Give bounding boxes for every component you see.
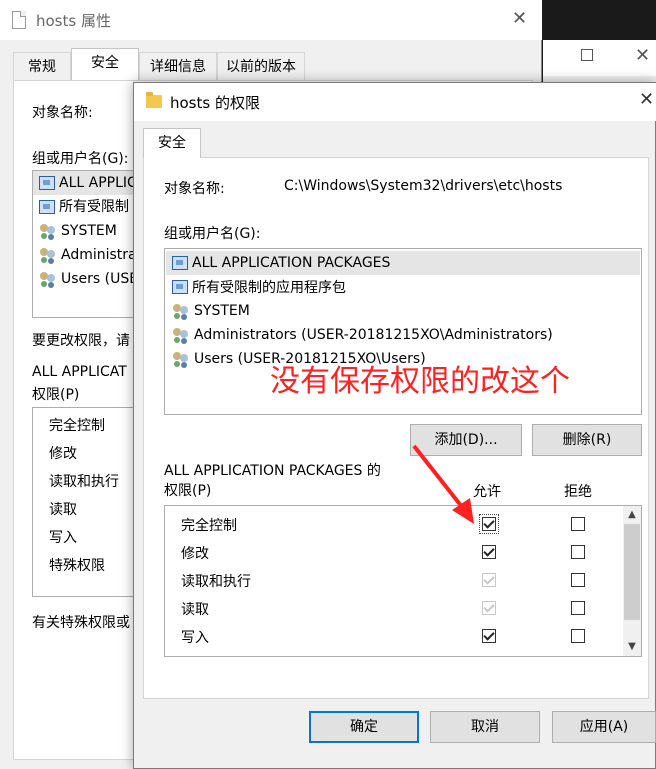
allow-checkbox[interactable]: [482, 545, 496, 559]
list-item[interactable]: ALL APPLICATION PACKAGES: [166, 251, 640, 275]
list-item: 特殊权限: [49, 558, 105, 574]
permission-list: 完全控制 修改 读取和执行 读取 写入 特殊权限: [32, 407, 142, 597]
table-row: 完全控制: [165, 510, 621, 538]
chevron-up-icon[interactable]: ▲: [623, 506, 641, 524]
list-item: 修改: [49, 446, 77, 462]
properties-title: hosts 属性: [36, 12, 111, 30]
deny-checkbox[interactable]: [571, 545, 585, 559]
object-name-label: 对象名称:: [164, 181, 225, 197]
perm-name: 写入: [181, 630, 209, 646]
file-icon: [12, 11, 26, 29]
close-icon[interactable]: ✕: [512, 8, 527, 29]
tab-details[interactable]: 详细信息: [139, 52, 217, 80]
ok-button[interactable]: 确定: [309, 711, 419, 743]
table-row: 读取和执行: [165, 566, 621, 594]
table-row: 写入: [165, 622, 621, 650]
apply-button[interactable]: 应用(A): [552, 711, 656, 743]
close-icon[interactable]: ✕: [639, 89, 654, 110]
tab-general[interactable]: 常规: [13, 52, 71, 80]
allow-checkbox[interactable]: [482, 601, 496, 615]
allow-checkbox[interactable]: [482, 629, 496, 643]
perm-header: ALL APPLICAT: [32, 364, 127, 380]
permissions-dialog: hosts 的权限 ✕ 安全 对象名称: C:\Windows\System32…: [133, 82, 656, 769]
special-hint: 有关特殊权限或: [32, 615, 130, 631]
close-icon[interactable]: ✕: [635, 45, 650, 66]
users-icon: [172, 327, 190, 343]
change-hint: 要更改权限，请: [32, 333, 130, 349]
allow-checkbox[interactable]: [482, 573, 496, 587]
table-row: 读取: [165, 594, 621, 622]
list-item[interactable]: Administrators (USER-20181215XO\Administ…: [166, 323, 640, 347]
background-strip: [543, 0, 656, 40]
perm-header-2: 权限(P): [32, 387, 80, 403]
perm-name: 完全控制: [181, 518, 237, 534]
annotation-arrow: [412, 444, 474, 524]
folder-icon: [146, 92, 162, 108]
list-item[interactable]: Administra: [33, 243, 141, 267]
cancel-button[interactable]: 取消: [430, 711, 540, 743]
chevron-down-icon[interactable]: ▼: [623, 638, 641, 656]
package-icon: [39, 200, 55, 214]
group-label: 组或用户名(G):: [32, 151, 129, 167]
perm-name: 读取: [181, 602, 209, 618]
list-item[interactable]: SYSTEM: [166, 299, 640, 323]
list-item[interactable]: 所有受限制: [33, 195, 141, 219]
package-icon: [172, 256, 188, 270]
dialog-title: hosts 的权限: [170, 94, 260, 112]
annotation-text: 没有保存权限的改这个: [270, 364, 570, 399]
scrollbar[interactable]: ▲ ▼: [623, 506, 641, 656]
group-label: 组或用户名(G):: [164, 226, 261, 242]
perm-name: 修改: [181, 546, 209, 562]
list-item: 读取: [49, 502, 77, 518]
list-item[interactable]: Users (USE: [33, 267, 141, 291]
deny-checkbox[interactable]: [571, 601, 585, 615]
users-icon: [172, 351, 190, 367]
package-icon: [39, 176, 55, 190]
users-icon: [39, 247, 57, 263]
maximize-icon[interactable]: [581, 49, 593, 61]
users-icon: [39, 223, 57, 239]
list-item: 读取和执行: [49, 474, 119, 490]
dialog-title-bar: hosts 的权限 ✕: [134, 83, 656, 121]
list-item: 完全控制: [49, 418, 105, 434]
users-icon: [39, 271, 57, 287]
deny-checkbox[interactable]: [571, 629, 585, 643]
remove-button[interactable]: 删除(R): [532, 424, 642, 456]
deny-checkbox[interactable]: [571, 573, 585, 587]
third-window-title-bar: ✕: [543, 40, 656, 76]
object-name-label: 对象名称:: [32, 105, 93, 121]
scrollbar-thumb[interactable]: [624, 524, 640, 620]
properties-title-bar: hosts 属性 ✕: [0, 0, 542, 40]
deny-checkbox[interactable]: [571, 517, 585, 531]
tab-security[interactable]: 安全: [71, 48, 139, 82]
user-list[interactable]: ALL APPLIC 所有受限制 SYSTEM Administra Users…: [32, 170, 142, 318]
list-item[interactable]: ALL APPLIC: [33, 171, 141, 195]
users-icon: [172, 303, 190, 319]
perm-header: ALL APPLICATION PACKAGES 的 权限(P): [164, 463, 381, 499]
list-item[interactable]: 所有受限制的应用程序包: [166, 275, 640, 299]
package-icon: [172, 280, 188, 294]
list-item: 写入: [49, 530, 77, 546]
table-row: 修改: [165, 538, 621, 566]
permission-list: 完全控制 修改 读取和执行 读取 写入 ▲ ▼: [164, 505, 642, 657]
object-name-value: C:\Windows\System32\drivers\etc\hosts: [284, 178, 563, 194]
list-item[interactable]: SYSTEM: [33, 219, 141, 243]
deny-column-header: 拒绝: [564, 484, 592, 500]
allow-checkbox[interactable]: [479, 514, 499, 534]
tab-previous-versions[interactable]: 以前的版本: [217, 52, 305, 80]
perm-name: 读取和执行: [181, 574, 251, 590]
tab-security[interactable]: 安全: [143, 128, 201, 158]
